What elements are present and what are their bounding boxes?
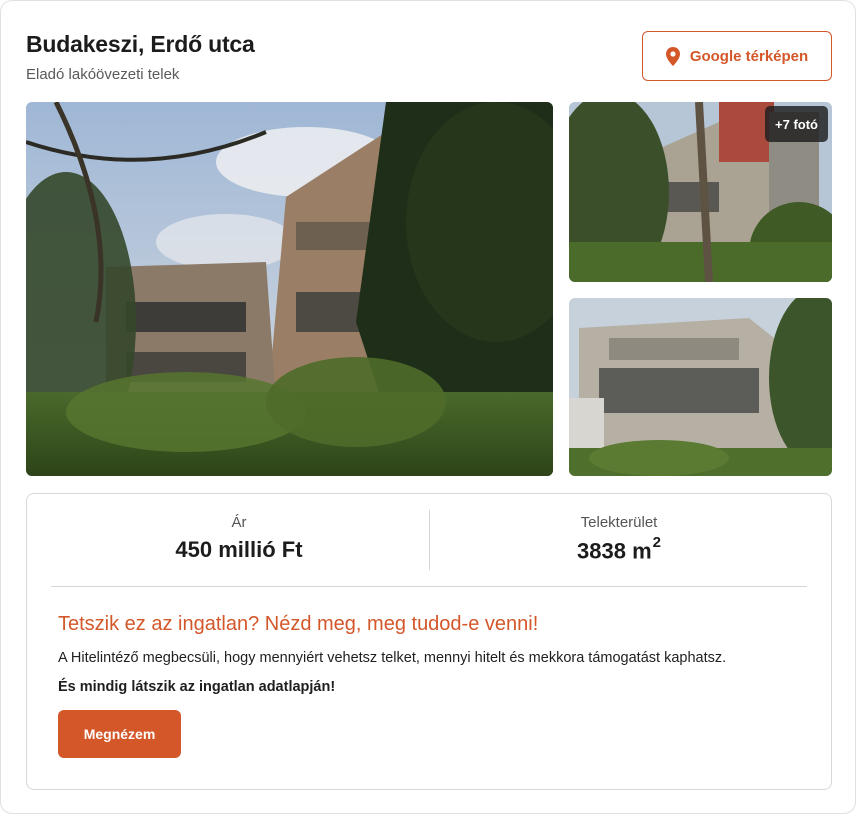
side-photo-2[interactable] [569, 298, 832, 476]
main-photo[interactable] [26, 102, 553, 476]
promo-text: A Hitelintéző megbecsüli, hogy mennyiért… [58, 650, 727, 666]
area-unit-superscript: 2 [652, 534, 661, 551]
more-photos-badge[interactable]: +7 fotó [765, 106, 828, 142]
listing-subtitle: Eladó lakóövezeti telek [26, 66, 180, 83]
price-value: 450 millió Ft [175, 537, 303, 562]
google-map-button[interactable]: Google térképen [642, 31, 832, 81]
listing-title: Budakeszi, Erdő utca [26, 31, 255, 57]
price-stat: Ár 450 millió Ft [49, 514, 429, 563]
google-map-button-label: Google térképen [689, 47, 809, 65]
listing-card: Budakeszi, Erdő utca Eladó lakóövezeti t… [0, 0, 856, 814]
section-divider [51, 586, 807, 587]
map-pin-icon [665, 46, 680, 66]
area-value: 3838 m [577, 538, 652, 564]
listing-info-box: Ár 450 millió Ft Telekterület 3838 m2 Te… [26, 493, 832, 790]
view-button[interactable]: Megnézem [58, 710, 181, 758]
area-value-wrapper: 3838 m2 [429, 534, 809, 564]
area-label: Telekterület [580, 514, 658, 531]
price-label: Ár [231, 514, 247, 531]
area-stat: Telekterület 3838 m2 [429, 514, 809, 564]
side-photo-1[interactable]: +7 fotó [569, 102, 832, 282]
promo-title: Tetszik ez az ingatlan? Nézd meg, meg tu… [58, 613, 539, 635]
promo-bold-text: És mindig látszik az ingatlan adatlapján… [58, 679, 336, 695]
